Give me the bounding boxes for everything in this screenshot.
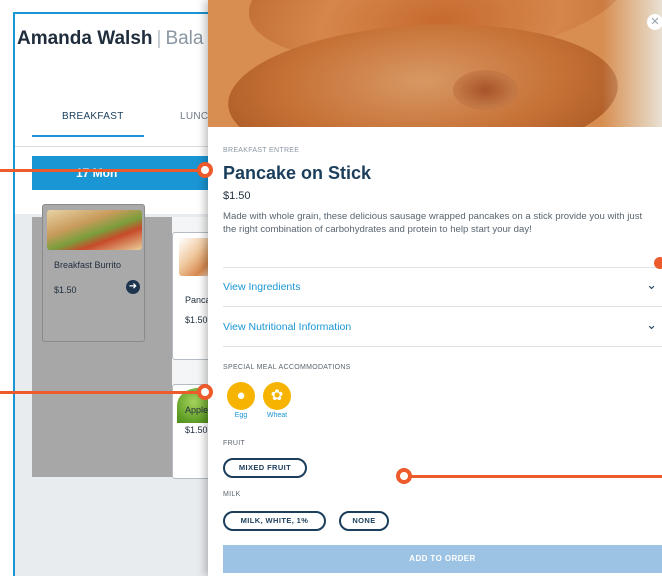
divider	[223, 346, 662, 347]
divider	[223, 306, 662, 307]
item-hero-image	[208, 0, 662, 127]
item-price: $1.50	[223, 190, 251, 202]
view-ingredients-toggle[interactable]: View Ingredients ⌄	[223, 277, 657, 297]
callout-dot-accordion	[654, 257, 662, 269]
user-name-heading: Amanda Walsh | Bala	[17, 28, 203, 50]
milk-option-white-1[interactable]: MILK, WHITE, 1%	[223, 511, 326, 531]
callout-line-title	[0, 169, 200, 172]
allergen-label: Wheat	[266, 412, 288, 419]
menu-card-name: Panca	[185, 295, 211, 305]
tab-lunch[interactable]: LUNC	[180, 111, 208, 122]
user-name: Amanda Walsh	[17, 28, 153, 49]
hero-sausage-end	[453, 70, 518, 110]
header-separator: |	[156, 28, 162, 49]
allergen-label: Egg	[234, 412, 248, 419]
burrito-image	[47, 210, 142, 250]
view-nutrition-toggle[interactable]: View Nutritional Information ⌄	[223, 317, 657, 337]
menu-card-name: Apple	[185, 405, 209, 415]
allergen-wheat: ✿ Wheat	[262, 382, 292, 419]
item-detail-panel: ✕ BREAKFAST ENTREE Pancake on Stick $1.5…	[208, 0, 662, 576]
item-title: Pancake on Stick	[223, 163, 372, 183]
menu-card-name: Breakfast Burrito	[54, 260, 122, 270]
menu-card-price: $1.50	[185, 315, 208, 325]
item-description: Made with whole grain, these delicious s…	[223, 211, 643, 235]
callout-dot-accommodations	[197, 384, 213, 400]
wheat-icon: ✿	[263, 382, 291, 410]
accordion-label: View Nutritional Information	[223, 321, 352, 333]
arrow-right-circle-icon[interactable]: ➜	[126, 280, 140, 294]
item-category: BREAKFAST ENTREE	[223, 147, 300, 154]
divider	[223, 267, 662, 268]
menu-card-breakfast-burrito[interactable]: Breakfast Burrito $1.50 ➜	[42, 204, 145, 342]
add-to-order-button[interactable]: ADD TO ORDER	[223, 545, 662, 573]
chevron-down-icon: ⌄	[646, 317, 657, 332]
callout-dot-options	[396, 468, 412, 484]
fruit-option-mixed-fruit[interactable]: MIXED FRUIT	[223, 458, 307, 478]
accommodations-label: SPECIAL MEAL ACCOMMODATIONS	[223, 364, 351, 371]
callout-line-options	[406, 475, 662, 478]
fruit-label: FRUIT	[223, 440, 246, 447]
milk-label: MILK	[223, 491, 241, 498]
accordion-label: View Ingredients	[223, 281, 301, 293]
allergen-egg: ● Egg	[226, 382, 256, 419]
menu-card-price: $1.50	[185, 425, 208, 435]
callout-dot-title	[197, 162, 213, 178]
egg-icon: ●	[227, 382, 255, 410]
menu-card-price: $1.50	[54, 285, 77, 295]
close-icon[interactable]: ✕	[647, 14, 662, 30]
callout-line-accommodations	[0, 391, 200, 394]
tab-breakfast[interactable]: BREAKFAST	[32, 111, 144, 137]
milk-option-none[interactable]: NONE	[339, 511, 389, 531]
chevron-down-icon: ⌄	[646, 277, 657, 292]
header-subtitle: Bala	[165, 28, 204, 49]
